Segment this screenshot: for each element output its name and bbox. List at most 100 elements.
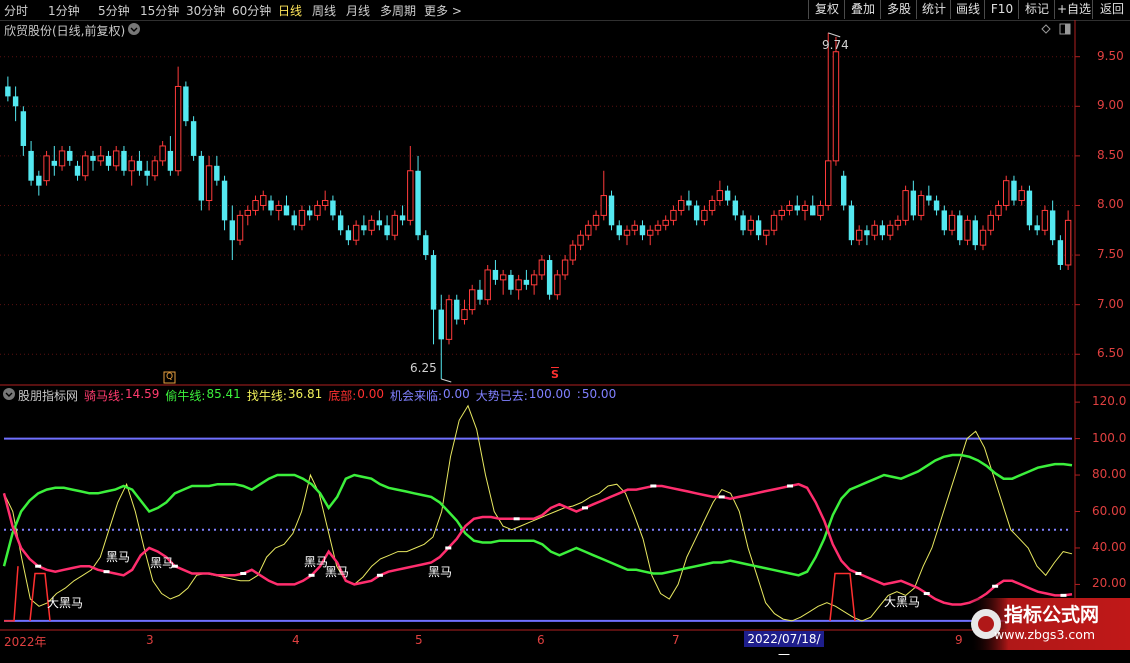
- candle-body-down: [5, 86, 11, 97]
- candle-body-up: [964, 219, 971, 241]
- candle-body-up: [592, 214, 600, 226]
- candle-body-down: [167, 150, 174, 171]
- candle-body-up: [321, 200, 329, 206]
- ride-horse-marker: [513, 517, 520, 521]
- price-axis-label: 6.50: [1097, 346, 1124, 361]
- candle-body-up: [151, 160, 159, 177]
- candle-body-down: [415, 170, 421, 236]
- chevron-down-icon[interactable]: [128, 23, 140, 35]
- ride-horse-marker: [376, 573, 383, 577]
- candle-body-up: [275, 204, 282, 211]
- candle-body-down: [337, 215, 344, 231]
- candle-body-down: [105, 155, 112, 166]
- indicator-legend-label: 偷牛线:: [165, 389, 206, 403]
- ride-horse-marker: [992, 584, 999, 588]
- candle-body-down: [608, 195, 615, 226]
- ride-horse-marker: [787, 484, 794, 488]
- candle-body-up: [368, 219, 375, 231]
- candle-body-down: [879, 225, 886, 236]
- ride-horse-marker: [718, 495, 725, 499]
- candle-body-down: [454, 299, 460, 320]
- candle-body-down: [144, 170, 150, 176]
- candle-body-up: [515, 279, 522, 291]
- main-chart-title: 欣贸股份(日线,前复权): [4, 24, 126, 38]
- candle-body-up: [623, 229, 631, 236]
- candle-body-up: [716, 190, 724, 202]
- candle-body-down: [423, 235, 429, 256]
- candle-body-up: [701, 209, 708, 221]
- dark-horse-label: 黑马: [325, 565, 350, 579]
- candle-body-down: [492, 269, 499, 280]
- candle-body-up: [708, 200, 716, 211]
- diamond-icon[interactable]: [1041, 24, 1051, 34]
- low-price-marker: 6.25: [410, 361, 437, 375]
- candle-body-up: [778, 209, 785, 216]
- indicator-chevron-icon[interactable]: [3, 388, 15, 400]
- indicator-name: 股朋指标网: [18, 389, 79, 403]
- candle-body-up: [1041, 209, 1049, 231]
- candle-body-up: [236, 214, 244, 241]
- candle-body-down: [283, 205, 290, 216]
- candle-body-down: [214, 165, 220, 181]
- candle-body-down: [693, 205, 700, 221]
- candle-body-up: [174, 85, 182, 172]
- candle-body-up: [538, 259, 546, 276]
- price-axis-label: 9.00: [1097, 98, 1124, 113]
- candle-body-down: [268, 200, 274, 211]
- candle-body-down: [74, 165, 81, 176]
- candle-body-down: [20, 111, 27, 146]
- candle-body-down: [910, 190, 917, 216]
- x-axis-label: 4: [292, 633, 300, 647]
- candle-body-down: [957, 215, 963, 241]
- candle-body-down: [330, 200, 336, 216]
- candle-body-down: [523, 279, 530, 285]
- candle-body-up: [770, 214, 778, 231]
- candle-body-down: [198, 155, 205, 201]
- candle-body-down: [361, 225, 367, 231]
- candle-body-down: [732, 200, 739, 216]
- candle-body-up: [205, 165, 213, 202]
- watermark-url: www.zbgs3.com: [994, 627, 1096, 642]
- candle-body-up: [159, 145, 166, 162]
- bottom-signal-pulse: [829, 572, 856, 621]
- candle-body-down: [221, 180, 228, 221]
- candle-body-up: [260, 195, 267, 206]
- candle-body-up: [585, 224, 592, 236]
- price-axis-label: 8.50: [1097, 147, 1124, 162]
- ride-horse-marker: [103, 570, 110, 574]
- candle-body-down: [926, 195, 932, 201]
- big-dark-horse-label: 大黑马: [884, 595, 921, 609]
- candle-body-up: [817, 204, 824, 216]
- candle-body-up: [445, 299, 453, 340]
- candle-body-down: [67, 150, 73, 161]
- candle-body-up: [763, 229, 770, 236]
- ride-horse-marker: [650, 484, 657, 488]
- x-axis-label: 3: [146, 633, 154, 647]
- indicator-legend-label: 找牛线:: [246, 389, 287, 403]
- x-axis-label: 9: [955, 633, 963, 647]
- candle-body-down: [430, 255, 437, 310]
- indicator-legend-label: 机会来临:: [389, 389, 443, 403]
- candle-body-up: [832, 51, 840, 162]
- candle-body-up: [1003, 180, 1010, 206]
- candle-body-down: [794, 205, 800, 211]
- candle-body-up: [97, 155, 104, 162]
- candle-body-down: [616, 225, 622, 236]
- candle-body-down: [755, 220, 762, 236]
- candlestick-series: [5, 32, 1072, 383]
- sell-signal-marker: S: [551, 368, 559, 381]
- candle-body-up: [871, 224, 878, 236]
- candle-body-down: [848, 205, 855, 241]
- candle-body-down: [183, 86, 189, 122]
- candle-body-up: [391, 214, 399, 236]
- candle-body-up: [530, 274, 538, 286]
- candle-body-up: [647, 229, 654, 236]
- indicator-axis-label: 20.00: [1092, 576, 1127, 591]
- candle-body-up: [1064, 219, 1072, 266]
- ride-horse-marker: [308, 573, 315, 577]
- indicator-legend-label: 骑马线:: [84, 389, 125, 403]
- ride-horse-marker: [923, 592, 930, 596]
- candle-body-up: [499, 274, 507, 281]
- candle-body-up: [569, 244, 577, 261]
- candle-body-down: [36, 175, 42, 186]
